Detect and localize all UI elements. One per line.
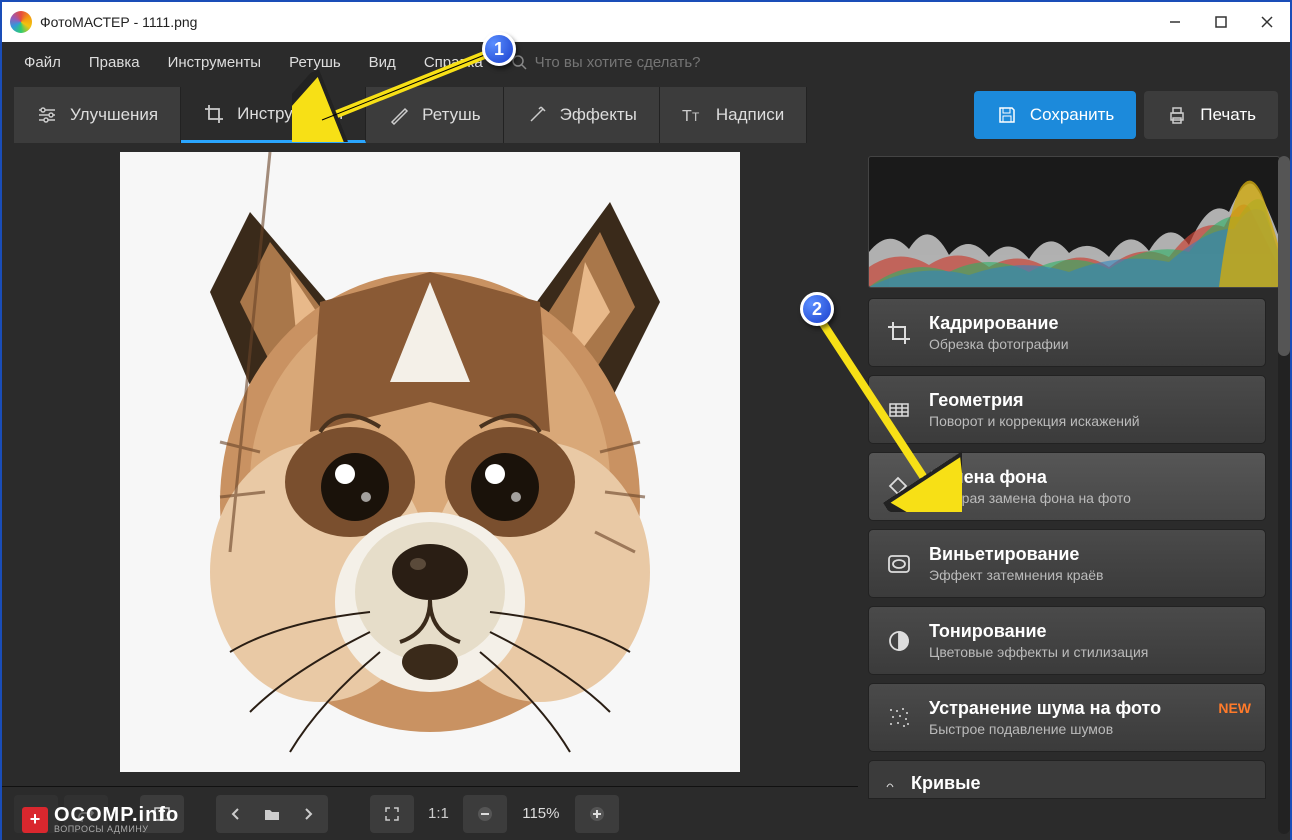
tab-effects[interactable]: Эффекты (504, 87, 660, 143)
tool-toning[interactable]: Тонирование Цветовые эффекты и стилизаци… (868, 606, 1266, 675)
minimize-button[interactable] (1152, 2, 1198, 42)
tone-icon (885, 627, 913, 655)
bucket-icon (885, 473, 913, 501)
curves-icon (885, 779, 895, 789)
tool-desc: Поворот и коррекция искажений (929, 413, 1249, 429)
nav-group (216, 795, 328, 833)
tab-label: Инструменты (237, 104, 343, 124)
tool-desc: Цветовые эффекты и стилизация (929, 644, 1249, 660)
text-icon: TT (682, 104, 704, 126)
tool-title: Виньетирование (929, 544, 1249, 565)
menu-bar: Файл Правка Инструменты Ретушь Вид Справ… (2, 42, 1290, 82)
geometry-icon (885, 396, 913, 424)
title-bar: ФотоМАСТЕР - 1111.png (2, 2, 1290, 42)
print-button[interactable]: Печать (1144, 91, 1278, 139)
save-label: Сохранить (1030, 105, 1114, 125)
right-panel: Кадрирование Обрезка фотографии Геометри… (858, 148, 1290, 840)
scrollbar-track[interactable] (1278, 156, 1290, 834)
zoom-ratio[interactable]: 1:1 (420, 805, 457, 822)
menu-view[interactable]: Вид (357, 48, 408, 77)
window-title: ФотоМАСТЕР - 1111.png (40, 14, 197, 30)
callout-1: 1 (482, 32, 516, 66)
tool-title: Тонирование (929, 621, 1249, 642)
new-badge: NEW (1218, 700, 1251, 716)
fit-button[interactable] (370, 795, 414, 833)
tool-geometry[interactable]: Геометрия Поворот и коррекция искажений (868, 375, 1266, 444)
maximize-button[interactable] (1198, 2, 1244, 42)
toolbar: Улучшения Инструменты Ретушь Эффекты TT … (2, 82, 1290, 148)
plus-icon: + (22, 807, 48, 833)
tool-title: Кривые (911, 773, 981, 794)
tool-desc: Обрезка фотографии (929, 336, 1249, 352)
tool-desc: Быстрое подавление шумов (929, 721, 1249, 737)
callout-2: 2 (800, 292, 834, 326)
watermark: + OCOMP.info ВОПРОСЫ АДМИНУ (22, 805, 179, 834)
window-controls (1152, 2, 1290, 42)
tool-title: Кадрирование (929, 313, 1249, 334)
tab-text[interactable]: TT Надписи (660, 87, 807, 143)
prev-button[interactable] (220, 808, 252, 820)
svg-text:T: T (682, 108, 692, 125)
watermark-main: OCOMP.info (54, 805, 179, 825)
: Устранение шума на фото (929, 698, 1249, 719)
print-label: Печать (1200, 105, 1256, 125)
crop-icon (203, 103, 225, 125)
noise-icon (885, 704, 913, 732)
watermark-sub: ВОПРОСЫ АДМИНУ (54, 825, 179, 834)
tool-denoise[interactable]: Устранение шума на фото Быстрое подавлен… (868, 683, 1266, 752)
tool-replace-background[interactable]: Замена фона Быстрая замена фона на фото (868, 452, 1266, 521)
print-icon (1166, 104, 1188, 126)
save-button[interactable]: Сохранить (974, 91, 1136, 139)
tab-label: Улучшения (70, 105, 158, 125)
tool-curves[interactable]: Кривые (868, 760, 1266, 799)
zoom-out-button[interactable] (463, 795, 507, 833)
scrollbar-thumb[interactable] (1278, 156, 1290, 356)
tab-label: Надписи (716, 105, 784, 125)
tab-retouch[interactable]: Ретушь (366, 87, 503, 143)
svg-text:T: T (692, 110, 700, 124)
zoom-percent: 115% (513, 805, 569, 822)
menu-edit[interactable]: Правка (77, 48, 152, 77)
crop-icon (885, 319, 913, 347)
search-wrap (511, 54, 795, 71)
canvas-image[interactable] (120, 152, 740, 772)
tool-desc: Эффект затемнения краёв (929, 567, 1249, 583)
workspace: 1:1 115% (2, 148, 1290, 840)
save-icon (996, 104, 1018, 126)
close-button[interactable] (1244, 2, 1290, 42)
tab-tools[interactable]: Инструменты (181, 87, 366, 143)
vignette-icon (885, 550, 913, 578)
sliders-icon (36, 104, 58, 126)
canvas-area: 1:1 115% (2, 148, 858, 840)
folder-button[interactable] (256, 807, 288, 821)
tool-list: Кадрирование Обрезка фотографии Геометри… (868, 298, 1280, 840)
wand-icon (526, 104, 548, 126)
search-input[interactable] (535, 54, 795, 71)
tool-desc: Быстрая замена фона на фото (929, 490, 1249, 506)
next-button[interactable] (292, 808, 324, 820)
tab-label: Эффекты (560, 105, 637, 125)
tool-vignette[interactable]: Виньетирование Эффект затемнения краёв (868, 529, 1266, 598)
menu-tools[interactable]: Инструменты (156, 48, 274, 77)
tool-title: Геометрия (929, 390, 1249, 411)
brush-icon (388, 104, 410, 126)
tool-crop[interactable]: Кадрирование Обрезка фотографии (868, 298, 1266, 367)
tool-title: Замена фона (929, 467, 1249, 488)
app-icon (10, 11, 32, 33)
menu-file[interactable]: Файл (12, 48, 73, 77)
tab-label: Ретушь (422, 105, 480, 125)
zoom-in-button[interactable] (575, 795, 619, 833)
tab-enhance[interactable]: Улучшения (14, 87, 181, 143)
histogram[interactable] (868, 156, 1280, 288)
menu-retouch[interactable]: Ретушь (277, 48, 353, 77)
